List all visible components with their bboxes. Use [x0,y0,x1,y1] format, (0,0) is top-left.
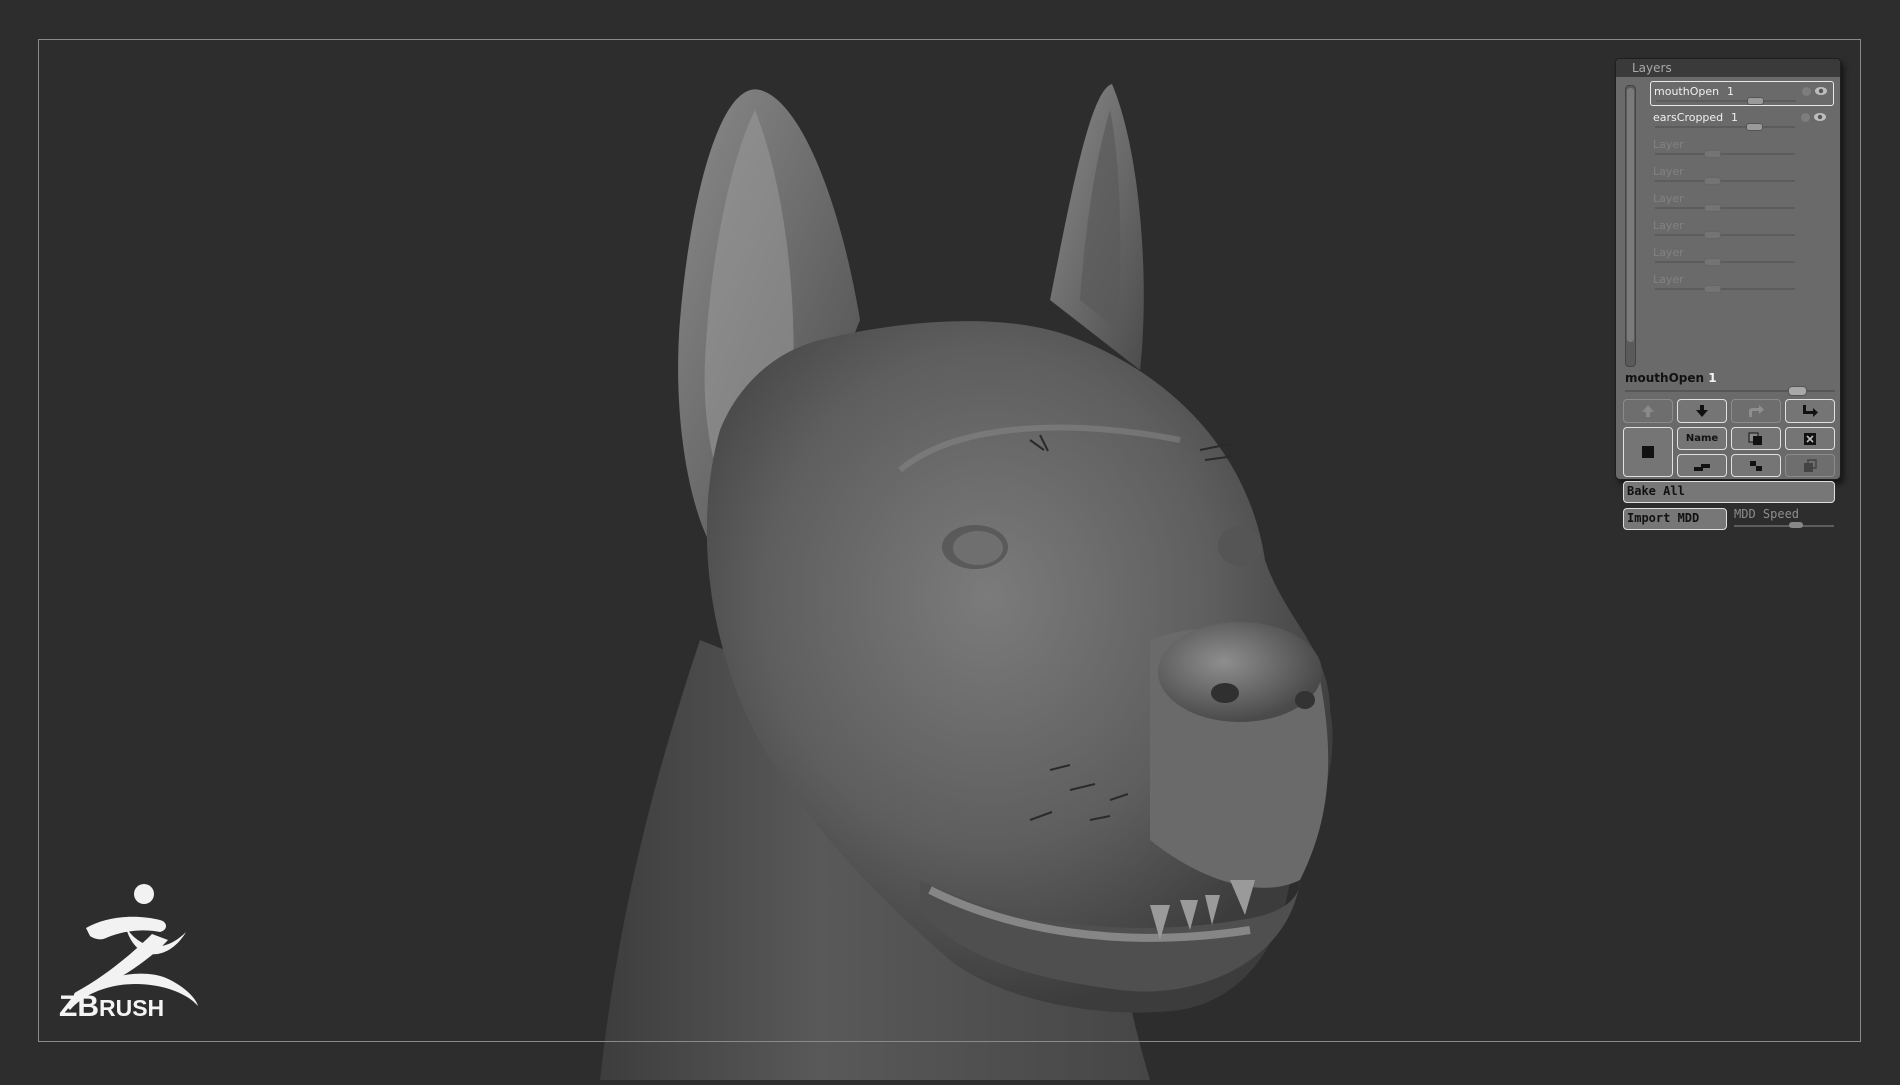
mdd-speed-slider-knob[interactable] [1789,522,1803,528]
layer-name: Layer [1653,138,1684,151]
curved-arrow-right-icon [1749,405,1764,417]
record-dot-icon[interactable] [1802,87,1811,96]
layers-palette-title[interactable]: Layers [1616,59,1840,77]
copy-layer-button[interactable] [1785,454,1835,477]
layer-strength-knob[interactable] [1704,285,1721,293]
current-layer-name: mouthOpen [1625,371,1705,385]
layer-strength-knob[interactable] [1704,258,1721,266]
square-stop-icon [1642,446,1654,458]
layer-item[interactable]: Layer [1650,135,1834,160]
merge-up-icon [1750,460,1762,471]
bent-arrow-icon [1803,405,1818,417]
layer-strength-knob[interactable] [1704,231,1721,239]
layer-strength-slider[interactable] [1655,288,1795,290]
layer-item[interactable]: earsCropped 1 [1650,108,1834,133]
layer-strength-slider[interactable] [1655,261,1795,263]
name-button-label: Name [1685,433,1719,444]
redo-layer-button[interactable] [1731,399,1781,423]
layer-strength-slider[interactable] [1656,100,1796,102]
import-mdd-button[interactable]: Import MDD [1623,508,1727,530]
layer-item[interactable]: Layer [1650,243,1834,268]
layer-name: Layer [1653,273,1684,286]
layer-strength-slider[interactable] [1655,153,1795,155]
layer-item[interactable]: Layer [1650,162,1834,187]
record-dot-icon[interactable] [1801,113,1810,122]
copy-layer-icon [1804,458,1817,472]
merge-down-button[interactable] [1677,454,1727,477]
layer-number: 1 [1727,85,1734,98]
layer-name: Layer [1653,165,1684,178]
duplicate-layer-button[interactable] [1731,427,1781,450]
name-layer-button[interactable]: Name [1677,427,1727,450]
layer-name: Layer [1653,219,1684,232]
layer-name: Layer [1653,246,1684,259]
layer-name: earsCropped [1653,111,1724,124]
layer-item[interactable]: mouthOpen 1 [1650,81,1834,106]
arrow-down-icon [1696,405,1708,417]
layer-item[interactable]: Layer [1650,189,1834,214]
layers-palette: Layers mouthOpen 1 earsCropped 1 Layer Layer L… [1615,58,1841,530]
logo-text-big: ZB [59,990,99,1023]
layer-strength-knob[interactable] [1704,150,1721,158]
merge-down-icon [1694,463,1710,471]
merge-up-button[interactable] [1731,454,1781,477]
viewport-frame [38,39,1861,1042]
zbrush-logo-text: ZBRUSH [59,990,164,1024]
current-layer-slider-knob[interactable] [1788,386,1807,396]
eye-visibility-icon[interactable] [1813,111,1827,123]
arrow-up-icon [1642,405,1654,417]
layer-name: mouthOpen [1654,85,1720,98]
layer-strength-slider[interactable] [1655,234,1795,236]
delete-x-icon [1804,432,1816,445]
layer-strength-slider[interactable] [1655,207,1795,209]
layer-strength-knob[interactable] [1704,204,1721,212]
mdd-speed-label: MDD Speed [1734,507,1800,521]
layer-number: 1 [1731,111,1738,124]
layer-name: Layer [1653,192,1684,205]
duplicate-icon [1748,432,1762,445]
current-layer-number: 1 [1708,371,1717,385]
bake-all-button[interactable]: Bake All [1623,481,1835,503]
layer-strength-slider[interactable] [1655,180,1795,182]
mdd-speed-slider[interactable] [1734,525,1834,527]
move-layer-down-button[interactable] [1677,399,1727,423]
logo-text-small: RUSH [99,995,165,1021]
layer-item[interactable]: Layer [1650,216,1834,241]
layers-scrollbar[interactable] [1625,85,1636,367]
layer-strength-knob[interactable] [1746,123,1763,131]
delete-layer-button[interactable] [1785,427,1835,450]
eye-visibility-icon[interactable] [1814,85,1828,97]
move-layer-up-button[interactable] [1623,399,1673,423]
layer-strength-slider[interactable] [1655,126,1795,128]
layer-strength-knob[interactable] [1704,177,1721,185]
current-layer-label: mouthOpen 1 [1625,371,1717,385]
layer-item[interactable]: Layer [1650,270,1834,295]
split-layer-button[interactable] [1785,399,1835,423]
layer-strength-knob[interactable] [1747,97,1764,105]
layers-scroll-thumb[interactable] [1627,88,1634,342]
record-layer-button[interactable] [1623,427,1673,477]
